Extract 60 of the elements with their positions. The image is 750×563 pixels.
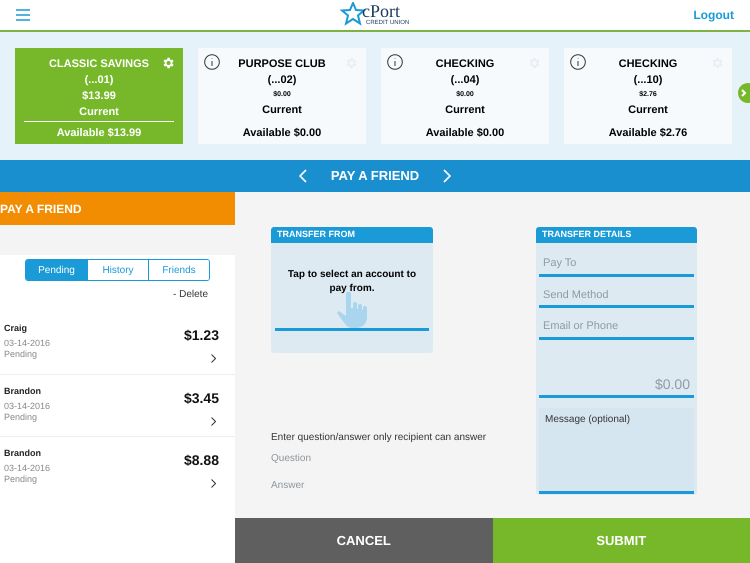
account-status: Current bbox=[79, 105, 119, 120]
message-field[interactable]: Message (optional) bbox=[539, 408, 694, 494]
pay-to-field[interactable]: Pay To bbox=[539, 255, 694, 276]
payee-name: Craig bbox=[4, 322, 28, 334]
payment-row[interactable]: Brandon 03-14-2016 Pending $3.45 bbox=[0, 374, 235, 436]
account-name: CHECKING bbox=[618, 57, 678, 72]
account-available: Available $0.00 bbox=[424, 126, 506, 140]
account-number: (...04) bbox=[450, 73, 480, 88]
account-name: PURPOSE CLUB bbox=[238, 57, 326, 72]
account-number: (...02) bbox=[268, 73, 296, 88]
payee-name: Brandon bbox=[4, 447, 42, 459]
chevron-right-icon[interactable] bbox=[211, 354, 216, 363]
hand-pointer-icon bbox=[335, 292, 369, 330]
transfer-from-prompt: Tap to select an account to pay from. bbox=[286, 268, 418, 296]
payment-amount: $1.23 bbox=[184, 326, 219, 345]
account-name: CLASSIC SAVINGS bbox=[48, 57, 150, 72]
next-icon[interactable] bbox=[443, 169, 452, 183]
account-status: Current bbox=[445, 103, 485, 118]
email-or-phone-field[interactable]: Email or Phone bbox=[539, 318, 694, 340]
gear-icon[interactable] bbox=[161, 56, 175, 70]
info-icon[interactable] bbox=[387, 54, 403, 70]
account-available: Available $2.76 bbox=[608, 126, 688, 140]
account-name: CHECKING bbox=[436, 57, 494, 72]
question-field[interactable]: Question bbox=[271, 451, 516, 466]
send-method-field[interactable]: Send Method bbox=[539, 286, 694, 308]
payment-amount: $3.45 bbox=[184, 389, 219, 408]
delete-link[interactable]: - Delete bbox=[172, 287, 208, 302]
payment-row[interactable]: Brandon 03-14-2016 Pending $8.88 bbox=[0, 436, 235, 498]
account-number: (...01) bbox=[84, 73, 114, 88]
payment-row[interactable]: Craig 03-14-2016 Pending $1.23 bbox=[0, 312, 235, 374]
sidebar-title: PAY A FRIEND bbox=[0, 200, 82, 218]
nav-title: PAY A FRIEND bbox=[330, 167, 420, 186]
account-status: Current bbox=[628, 103, 668, 118]
account-status: Current bbox=[262, 103, 302, 118]
payment-status: Pending bbox=[4, 412, 38, 423]
chevron-right-icon[interactable] bbox=[211, 417, 216, 426]
account-available: Available $0.00 bbox=[242, 126, 322, 140]
security-label: Enter question/answer only recipient can answer bbox=[271, 431, 488, 445]
account-available: Available $13.99 bbox=[24, 120, 174, 141]
answer-field[interactable]: Answer bbox=[271, 478, 516, 493]
info-icon[interactable] bbox=[204, 54, 220, 70]
transfer-from-title: TRANSFER FROM bbox=[277, 228, 355, 242]
info-icon[interactable] bbox=[570, 54, 586, 70]
payment-status: Pending bbox=[4, 474, 38, 485]
payee-name: Brandon bbox=[4, 385, 42, 397]
transfer-details-title: TRANSFER DETAILS bbox=[542, 228, 632, 242]
previous-icon[interactable] bbox=[298, 169, 307, 183]
account-balance: $13.99 bbox=[82, 89, 116, 104]
amount-field[interactable]: $0.00 bbox=[539, 350, 694, 398]
chevron-right-icon[interactable] bbox=[211, 479, 216, 488]
menu-icon[interactable] bbox=[16, 9, 30, 21]
payment-status: Pending bbox=[4, 349, 38, 360]
payment-date: 03-14-2016 bbox=[4, 462, 50, 474]
payment-date: 03-14-2016 bbox=[4, 337, 50, 349]
cancel-button[interactable]: CANCEL bbox=[235, 518, 492, 563]
payment-date: 03-14-2016 bbox=[4, 400, 50, 412]
chevron-right-icon bbox=[740, 89, 748, 97]
account-number: (...10) bbox=[634, 73, 662, 88]
transfer-from-card[interactable]: TRANSFER FROM Tap to select an account to pay from. bbox=[271, 227, 433, 353]
payment-amount: $8.88 bbox=[184, 451, 219, 470]
